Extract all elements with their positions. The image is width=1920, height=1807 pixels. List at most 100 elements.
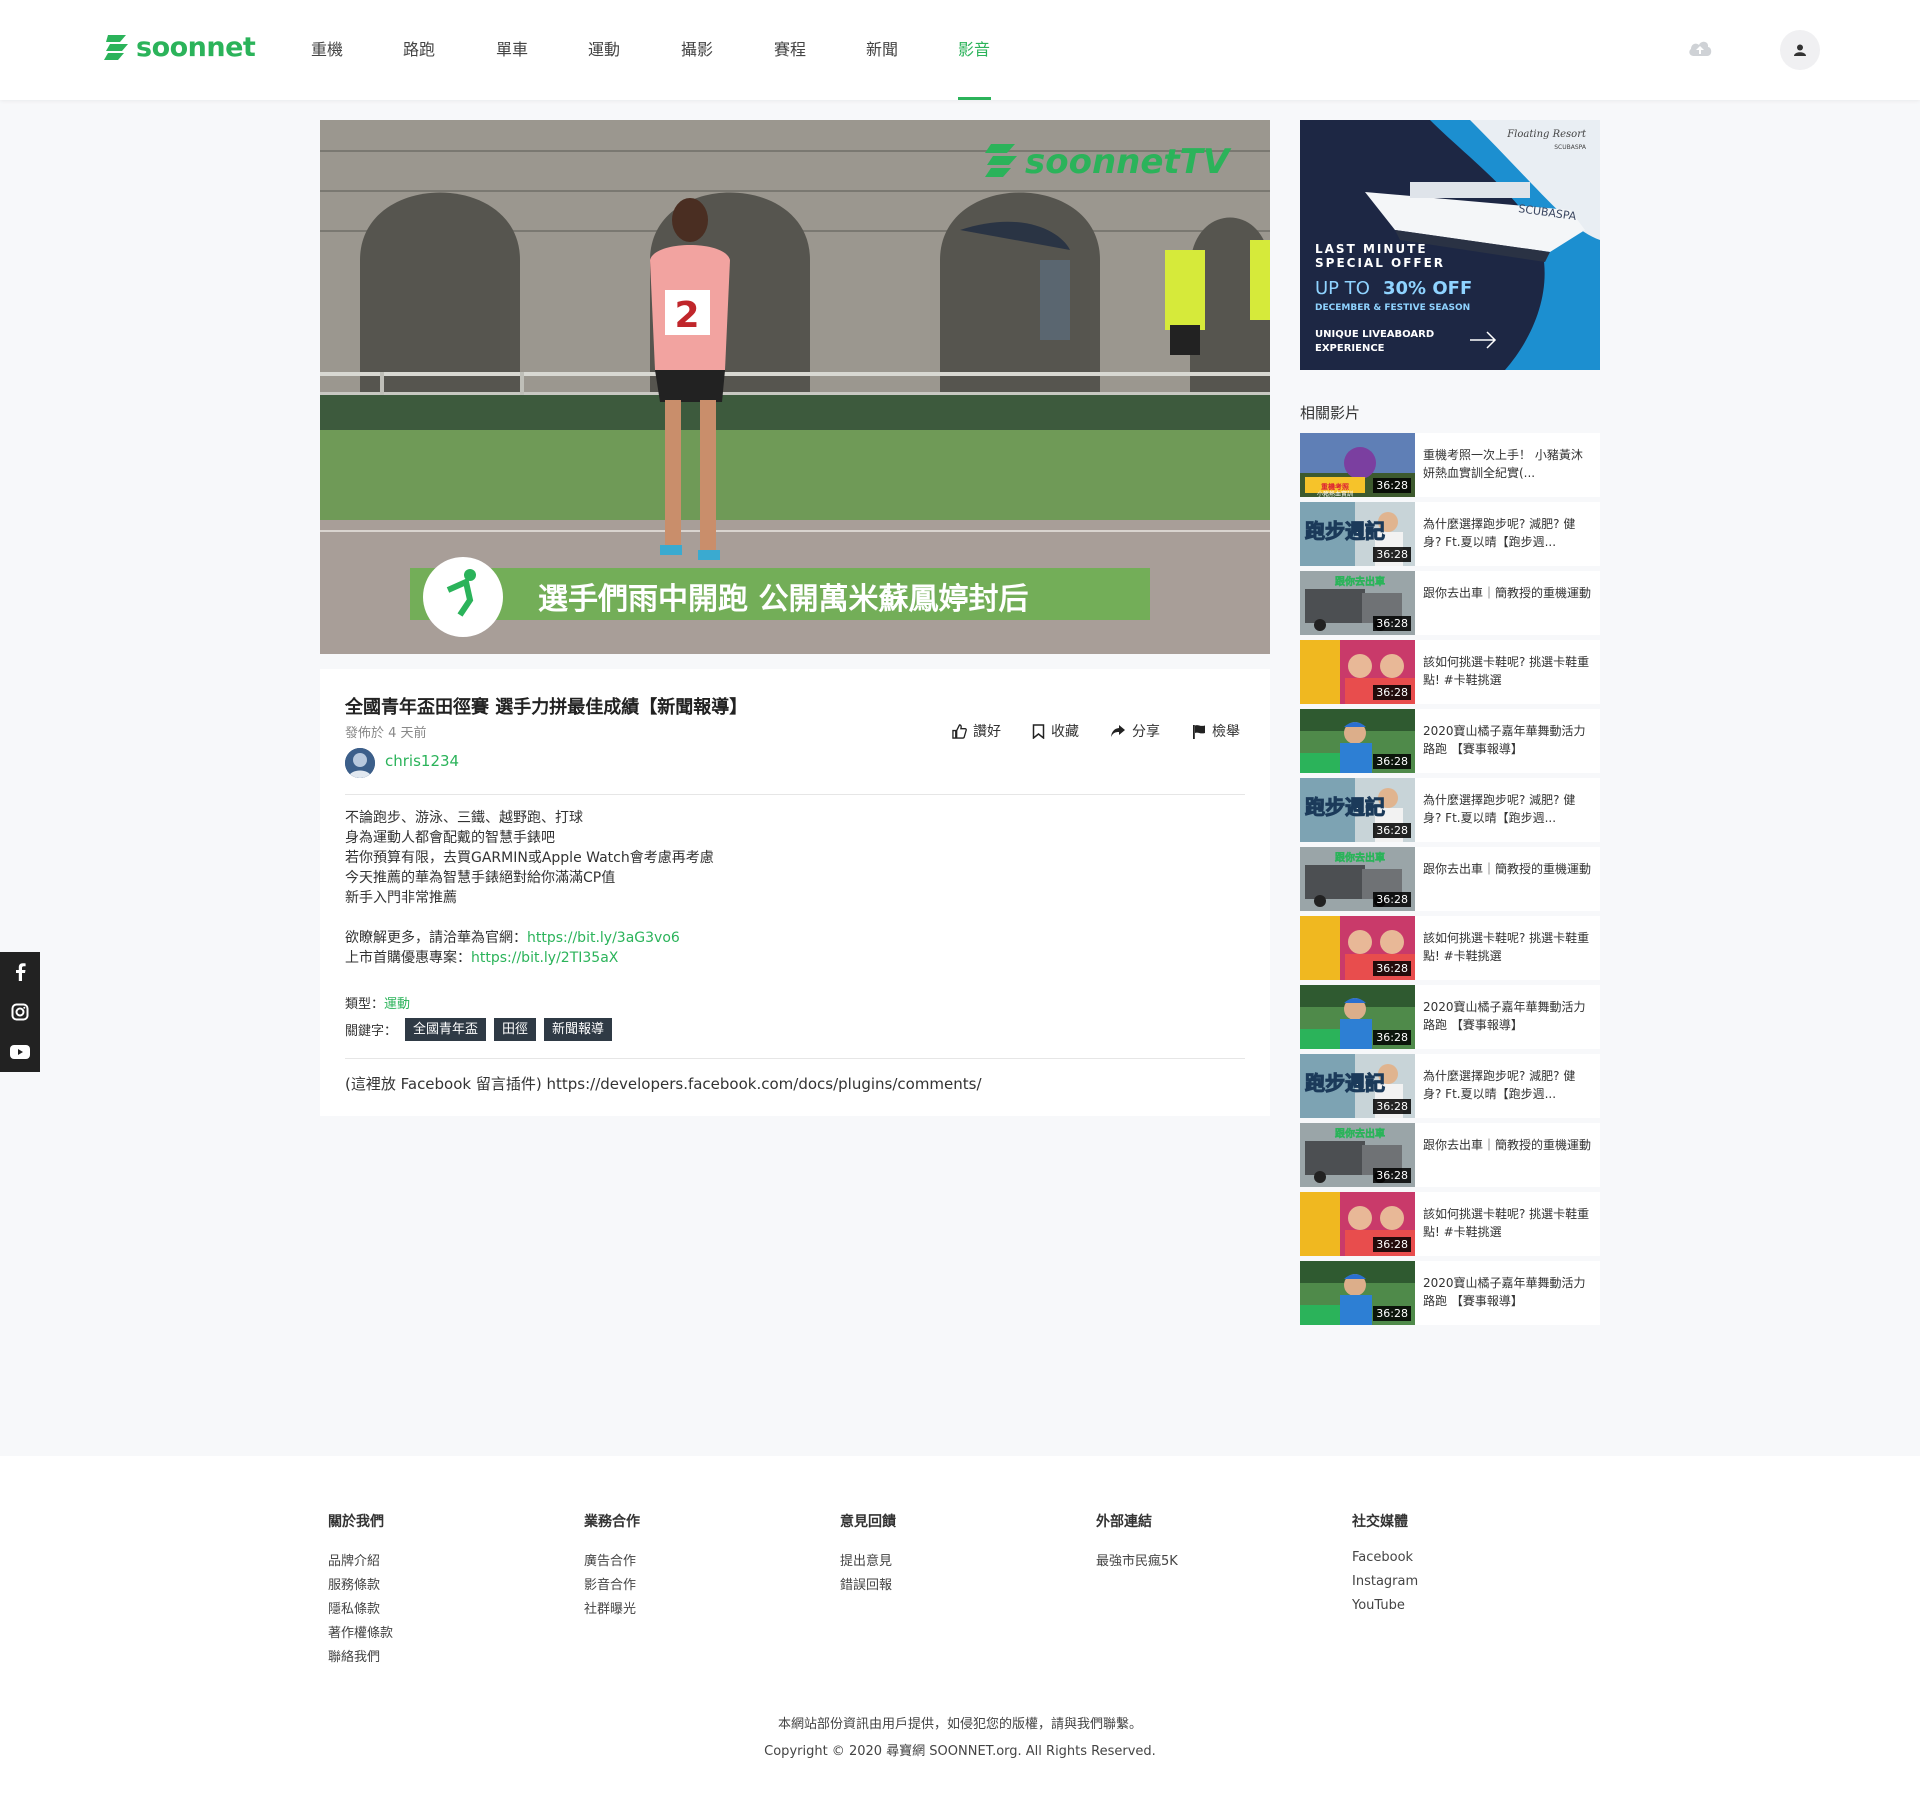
bookmark-icon	[1032, 723, 1045, 739]
instagram-icon[interactable]	[0, 992, 40, 1032]
footer-link[interactable]: 廣告合作	[584, 1550, 640, 1574]
related-video-item[interactable]: 跑步週記 36:28 為什麼選擇跑步呢? 減肥? 健身? Ft.夏以晴【跑步週...	[1300, 1054, 1600, 1118]
thumb-overlay-text: 跑步週記	[1305, 795, 1385, 819]
video-duration-badge: 36:28	[1373, 547, 1411, 562]
related-video-item[interactable]: 重機考照 小豬熱血實訓 36:28 重機考照一次上手！ 小豬黃沐妍熱血實訓全紀實(..…	[1300, 433, 1600, 497]
site-logo[interactable]: soonnet	[104, 30, 256, 64]
ad-tag-2: EXPERIENCE	[1315, 343, 1385, 354]
footer-link[interactable]: Instagram	[1352, 1574, 1418, 1598]
related-video-title[interactable]: 該如何挑選卡鞋呢? 挑選卡鞋重點! #卡鞋挑選	[1423, 653, 1593, 689]
keyword-tag[interactable]: 田徑	[494, 1018, 537, 1041]
footer-column-feedback: 意見回饋 提出意見 錯誤回報	[840, 1511, 896, 1598]
footer-link[interactable]: YouTube	[1352, 1598, 1418, 1622]
footer-link[interactable]: 著作權條款	[328, 1622, 393, 1646]
thumb-overlay-text: 跟你去出車	[1335, 1127, 1385, 1140]
nav-item-news[interactable]: 新聞	[866, 36, 898, 60]
keyword-tag[interactable]: 全國青年盃	[405, 1018, 487, 1041]
nav-item-schedule[interactable]: 賽程	[774, 36, 806, 60]
report-label: 檢舉	[1212, 724, 1240, 740]
footer-link[interactable]: 提出意見	[840, 1550, 896, 1574]
related-video-title[interactable]: 為什麼選擇跑步呢? 減肥? 健身? Ft.夏以晴【跑步週...	[1423, 791, 1593, 827]
save-button[interactable]: 收藏	[1032, 721, 1079, 741]
related-video-thumbnail[interactable]: 跑步週記 36:28	[1300, 502, 1415, 566]
share-icon	[1111, 725, 1125, 737]
related-video-item[interactable]: 跑步週記 36:28 為什麼選擇跑步呢? 減肥? 健身? Ft.夏以晴【跑步週...	[1300, 778, 1600, 842]
cloud-upload-icon[interactable]	[1687, 38, 1713, 62]
footer-link[interactable]: 最強市民瘋5K	[1096, 1550, 1178, 1574]
nav-item-videos[interactable]: 影音	[958, 36, 990, 60]
footer-link[interactable]: 影音合作	[584, 1574, 640, 1598]
video-duration-badge: 36:28	[1373, 961, 1411, 976]
share-label: 分享	[1132, 724, 1160, 740]
related-video-title[interactable]: 跟你去出車｜簡教授的重機運動	[1423, 1136, 1593, 1154]
category-label: 類型：	[345, 997, 385, 1012]
related-video-title[interactable]: 跟你去出車｜簡教授的重機運動	[1423, 860, 1593, 878]
related-video-title[interactable]: 2020寶山橘子嘉年華舞動活力路跑 【賽事報導】	[1423, 998, 1593, 1034]
category-link[interactable]: 運動	[384, 997, 410, 1012]
related-video-thumbnail[interactable]: 跑步週記 36:28	[1300, 778, 1415, 842]
related-video-thumbnail[interactable]: 跟你去出車 36:28	[1300, 1123, 1415, 1187]
footer-column-social: 社交媒體 Facebook Instagram YouTube	[1352, 1511, 1418, 1622]
nav-item-running[interactable]: 路跑	[403, 36, 435, 60]
author-avatar[interactable]	[345, 748, 375, 778]
author-name[interactable]: chris1234	[385, 752, 459, 770]
related-video-title[interactable]: 為什麼選擇跑步呢? 減肥? 健身? Ft.夏以晴【跑步週...	[1423, 515, 1593, 551]
nav-item-cycling[interactable]: 單車	[496, 36, 528, 60]
related-video-title[interactable]: 2020寶山橘子嘉年華舞動活力路跑 【賽事報導】	[1423, 722, 1593, 758]
footer-heading: 社交媒體	[1352, 1514, 1408, 1530]
soonnet-logo-icon	[104, 35, 128, 60]
description-line: 身為運動人都會配戴的智慧手錶吧	[345, 830, 555, 846]
nav-item-heavy-motorcycle[interactable]: 重機	[311, 36, 343, 60]
related-video-title[interactable]: 該如何挑選卡鞋呢? 挑選卡鞋重點! #卡鞋挑選	[1423, 929, 1593, 965]
footer-link[interactable]: 錯誤回報	[840, 1574, 896, 1598]
related-video-thumbnail[interactable]: 跟你去出車 36:28	[1300, 847, 1415, 911]
footer-link[interactable]: 社群曝光	[584, 1598, 640, 1622]
footer-column-business: 業務合作 廣告合作 影音合作 社群曝光	[584, 1511, 640, 1622]
ad-offer-prefix: UP TO	[1315, 278, 1370, 299]
video-duration-badge: 36:28	[1373, 754, 1411, 769]
related-video-thumbnail[interactable]: 36:28	[1300, 1192, 1415, 1256]
footer-link[interactable]: 隱私條款	[328, 1598, 393, 1622]
facebook-icon[interactable]	[0, 952, 40, 992]
footer-link[interactable]: 服務條款	[328, 1574, 393, 1598]
related-video-thumbnail[interactable]: 跑步週記 36:28	[1300, 1054, 1415, 1118]
related-video-item[interactable]: 跑步週記 36:28 為什麼選擇跑步呢? 減肥? 健身? Ft.夏以晴【跑步週...	[1300, 502, 1600, 566]
related-video-title[interactable]: 為什麼選擇跑步呢? 減肥? 健身? Ft.夏以晴【跑步週...	[1423, 1067, 1593, 1103]
related-video-title[interactable]: 跟你去出車｜簡教授的重機運動	[1423, 584, 1593, 602]
share-button[interactable]: 分享	[1110, 721, 1160, 741]
promo-link[interactable]: https://bit.ly/2TI35aX	[471, 950, 618, 966]
related-video-item[interactable]: 跟你去出車 36:28 跟你去出車｜簡教授的重機運動	[1300, 571, 1600, 635]
related-video-item[interactable]: 36:28 2020寶山橘子嘉年華舞動活力路跑 【賽事報導】	[1300, 985, 1600, 1049]
nav-item-photography[interactable]: 攝影	[681, 36, 713, 60]
related-video-item[interactable]: 36:28 該如何挑選卡鞋呢? 挑選卡鞋重點! #卡鞋挑選	[1300, 1192, 1600, 1256]
like-button[interactable]: 讚好	[952, 721, 1001, 741]
youtube-icon[interactable]	[0, 1032, 40, 1072]
keyword-tag[interactable]: 新聞報導	[544, 1018, 613, 1041]
nav-item-sports[interactable]: 運動	[588, 36, 620, 60]
footer-link[interactable]: 聯絡我們	[328, 1646, 393, 1670]
related-video-title[interactable]: 該如何挑選卡鞋呢? 挑選卡鞋重點! #卡鞋挑選	[1423, 1205, 1593, 1241]
related-video-item[interactable]: 跟你去出車 36:28 跟你去出車｜簡教授的重機運動	[1300, 847, 1600, 911]
related-video-thumbnail[interactable]: 36:28	[1300, 709, 1415, 773]
ad-banner[interactable]: SCUBASPA Floating Resort SCUBASPA LAST M…	[1300, 120, 1600, 370]
related-video-item[interactable]: 36:28 2020寶山橘子嘉年華舞動活力路跑 【賽事報導】	[1300, 709, 1600, 773]
related-video-item[interactable]: 36:28 2020寶山橘子嘉年華舞動活力路跑 【賽事報導】	[1300, 1261, 1600, 1325]
official-site-link[interactable]: https://bit.ly/3aG3vo6	[527, 930, 680, 946]
related-video-thumbnail[interactable]: 36:28	[1300, 916, 1415, 980]
footer-notice: 本網站部份資訊由用戶提供，如侵犯您的版權，請與我們聯繫。	[777, 1717, 1142, 1732]
related-video-item[interactable]: 跟你去出車 36:28 跟你去出車｜簡教授的重機運動	[1300, 1123, 1600, 1187]
footer-link[interactable]: Facebook	[1352, 1550, 1418, 1574]
related-video-thumbnail[interactable]: 36:28	[1300, 640, 1415, 704]
related-video-thumbnail[interactable]: 重機考照 小豬熱血實訓 36:28	[1300, 433, 1415, 497]
video-player[interactable]: 2 選手們雨中開跑 公開萬米蘇鳳婷封后 soonnetTV	[320, 120, 1270, 654]
related-video-thumbnail[interactable]: 跟你去出車 36:28	[1300, 571, 1415, 635]
related-video-thumbnail[interactable]: 36:28	[1300, 1261, 1415, 1325]
report-button[interactable]: 檢舉	[1192, 721, 1240, 741]
related-video-thumbnail[interactable]: 36:28	[1300, 985, 1415, 1049]
user-menu-button[interactable]	[1780, 30, 1820, 70]
related-video-title[interactable]: 重機考照一次上手！ 小豬黃沐妍熱血實訓全紀實(...	[1423, 446, 1593, 482]
footer-link[interactable]: 品牌介紹	[328, 1550, 393, 1574]
related-video-title[interactable]: 2020寶山橘子嘉年華舞動活力路跑 【賽事報導】	[1423, 1274, 1593, 1310]
related-video-item[interactable]: 36:28 該如何挑選卡鞋呢? 挑選卡鞋重點! #卡鞋挑選	[1300, 640, 1600, 704]
related-video-item[interactable]: 36:28 該如何挑選卡鞋呢? 挑選卡鞋重點! #卡鞋挑選	[1300, 916, 1600, 980]
